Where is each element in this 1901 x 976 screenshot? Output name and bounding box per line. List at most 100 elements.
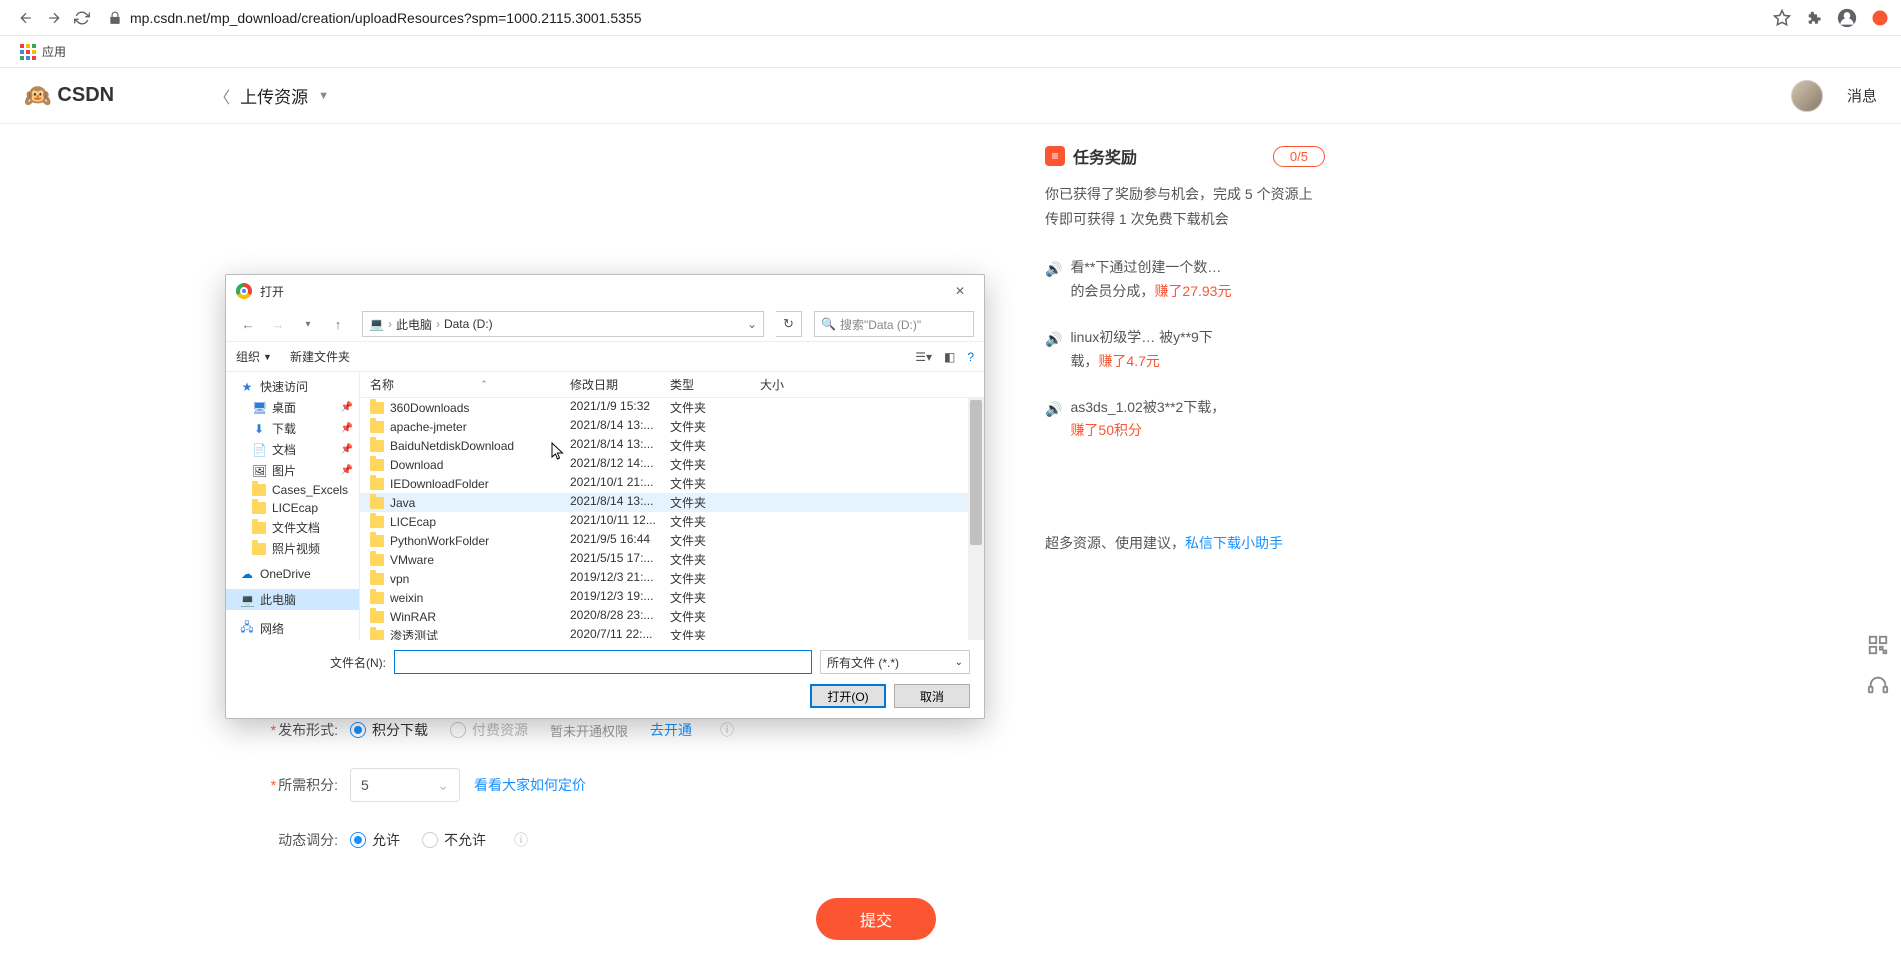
headset-icon[interactable] — [1867, 674, 1889, 696]
filename-input[interactable] — [394, 650, 812, 674]
sidebar-folder[interactable]: Cases_Excels — [226, 481, 359, 499]
apps-bookmark[interactable]: 应用 — [12, 39, 74, 64]
points-select[interactable]: 5⌄ — [350, 768, 460, 802]
help-icon[interactable]: ⓘ — [720, 720, 734, 740]
pc-icon: 💻 — [369, 317, 384, 331]
sidebar-pictures[interactable]: 🖼图片📌 — [226, 460, 359, 481]
dialog-up-button[interactable]: ↑ — [326, 312, 350, 336]
new-folder-button[interactable]: 新建文件夹 — [290, 348, 350, 365]
folder-icon — [370, 535, 384, 547]
sidebar-this-pc[interactable]: 💻此电脑 — [226, 589, 359, 610]
dyn-deny-radio[interactable]: 不允许 — [422, 830, 486, 850]
sidebar-folder[interactable]: 照片视频 — [226, 538, 359, 559]
sidebar-downloads[interactable]: ⬇下载📌 — [226, 418, 359, 439]
messages-link[interactable]: 消息 — [1847, 85, 1877, 106]
file-row[interactable]: 360Downloads2021/1/9 15:32文件夹 — [360, 398, 984, 417]
preview-pane-button[interactable]: ◧ — [944, 350, 955, 364]
chevron-down-icon: ⌄ — [437, 777, 449, 794]
nav-reload-button[interactable] — [68, 4, 96, 32]
dialog-back-button[interactable]: ← — [236, 312, 260, 336]
folder-icon — [370, 630, 384, 641]
col-date[interactable]: 修改日期 — [570, 376, 670, 393]
scrollbar[interactable] — [968, 398, 984, 640]
lock-icon — [108, 11, 122, 25]
user-avatar[interactable] — [1791, 80, 1823, 112]
task-icon: ≡ — [1045, 146, 1065, 166]
dialog-refresh-button[interactable]: ↻ — [776, 311, 802, 337]
logo-text: CSDN — [57, 84, 114, 107]
sidebar-folder[interactable]: 文件文档 — [226, 517, 359, 538]
nav-back-button[interactable] — [12, 4, 40, 32]
folder-icon — [370, 592, 384, 604]
publish-hint: 暂未开通权限 — [550, 721, 628, 740]
file-row[interactable]: IEDownloadFolder2021/10/1 21:...文件夹 — [360, 474, 984, 493]
extensions-icon[interactable] — [1805, 9, 1823, 27]
organize-menu[interactable]: 组织 ▼ — [236, 348, 272, 365]
star-icon[interactable] — [1773, 9, 1791, 27]
qr-code-icon[interactable] — [1867, 634, 1889, 656]
nav-forward-button[interactable] — [40, 4, 68, 32]
file-row[interactable]: LICEcap2021/10/11 12...文件夹 — [360, 512, 984, 531]
file-row[interactable]: PythonWorkFolder2021/9/5 16:44文件夹 — [360, 531, 984, 550]
help-icon[interactable]: ⓘ — [514, 830, 528, 850]
address-bar[interactable]: mp.csdn.net/mp_download/creation/uploadR… — [108, 4, 1761, 32]
col-size[interactable]: 大小 — [760, 376, 820, 393]
publish-points-radio[interactable]: 积分下载 — [350, 720, 428, 740]
file-type-filter[interactable]: 所有文件 (*.*)⌄ — [820, 650, 970, 674]
view-options-button[interactable]: ☰▾ — [915, 350, 932, 364]
submit-button[interactable]: 提交 — [816, 898, 936, 940]
folder-icon — [370, 402, 384, 414]
dialog-help-button[interactable]: ? — [967, 350, 974, 364]
folder-icon — [370, 478, 384, 490]
folder-icon — [370, 611, 384, 623]
dialog-toolbar: 组织 ▼ 新建文件夹 ☰▾ ◧ ? — [226, 342, 984, 372]
chevron-down-icon[interactable]: ▼ — [318, 90, 329, 102]
dialog-cancel-button[interactable]: 取消 — [894, 684, 970, 708]
file-row[interactable]: 渗透测试2020/7/11 22:...文件夹 — [360, 626, 984, 640]
contact-helper-link[interactable]: 私信下载小助手 — [1185, 535, 1283, 551]
sidebar-desktop[interactable]: 🖥桌面📌 — [226, 397, 359, 418]
file-row[interactable]: Java2021/8/14 13:...文件夹 — [360, 493, 984, 512]
file-row[interactable]: vpn2019/12/3 21:...文件夹 — [360, 569, 984, 588]
task-panel: ≡ 任务奖励 0/5 你已获得了奖励参与机会，完成 5 个资源上传即可获得 1 … — [1045, 144, 1325, 553]
profile-icon[interactable] — [1837, 8, 1857, 28]
chevron-down-icon[interactable]: ⌄ — [747, 317, 757, 331]
pricing-guide-link[interactable]: 看看大家如何定价 — [474, 775, 586, 795]
dialog-forward-button[interactable]: → — [266, 312, 290, 336]
file-row[interactable]: WinRAR2020/8/28 23:...文件夹 — [360, 607, 984, 626]
mouse-cursor-icon — [551, 442, 565, 460]
file-row[interactable]: BaiduNetdiskDownload2021/8/14 13:...文件夹 — [360, 436, 984, 455]
col-type[interactable]: 类型 — [670, 376, 760, 393]
csdn-logo[interactable]: 🙉 CSDN — [24, 83, 114, 109]
file-row[interactable]: Download2021/8/12 14:...文件夹 — [360, 455, 984, 474]
header-right: 消息 — [1791, 80, 1877, 112]
file-row[interactable]: VMware2021/5/15 17:...文件夹 — [360, 550, 984, 569]
sidebar-onedrive[interactable]: ☁OneDrive — [226, 565, 359, 583]
folder-icon — [370, 497, 384, 509]
dyn-allow-radio[interactable]: 允许 — [350, 830, 400, 850]
bookmark-bar: 应用 — [0, 36, 1901, 68]
folder-icon — [370, 440, 384, 452]
sidebar-quick-access[interactable]: ★快速访问 — [226, 376, 359, 397]
enable-paid-link[interactable]: 去开通 — [650, 720, 692, 740]
file-row[interactable]: weixin2019/12/3 19:...文件夹 — [360, 588, 984, 607]
sidebar-folder[interactable]: LICEcap — [226, 499, 359, 517]
chevron-left-icon[interactable]: 〈 — [214, 84, 230, 108]
dialog-path-bar[interactable]: 💻› 此电脑› Data (D:) ⌄ — [362, 311, 764, 337]
apps-label: 应用 — [42, 43, 66, 60]
app-icon[interactable] — [1871, 9, 1889, 27]
dialog-search-input[interactable]: 🔍 搜索"Data (D:)" — [814, 311, 974, 337]
sidebar-documents[interactable]: 📄文档📌 — [226, 439, 359, 460]
dialog-recent-dropdown[interactable]: ▾ — [296, 312, 320, 336]
list-header: 名称 ⌃ 修改日期 类型 大小 — [360, 372, 984, 398]
dialog-open-button[interactable]: 打开(O) — [810, 684, 886, 708]
file-row[interactable]: apache-jmeter2021/8/14 13:...文件夹 — [360, 417, 984, 436]
task-progress-badge: 0/5 — [1273, 146, 1325, 167]
publish-paid-radio: 付费资源 — [450, 720, 528, 740]
sidebar-network[interactable]: 🖧网络 — [226, 616, 359, 640]
folder-icon — [370, 459, 384, 471]
folder-icon — [370, 554, 384, 566]
col-name[interactable]: 名称 ⌃ — [360, 376, 570, 393]
dialog-close-button[interactable]: ✕ — [946, 281, 974, 301]
browser-actions — [1773, 8, 1889, 28]
